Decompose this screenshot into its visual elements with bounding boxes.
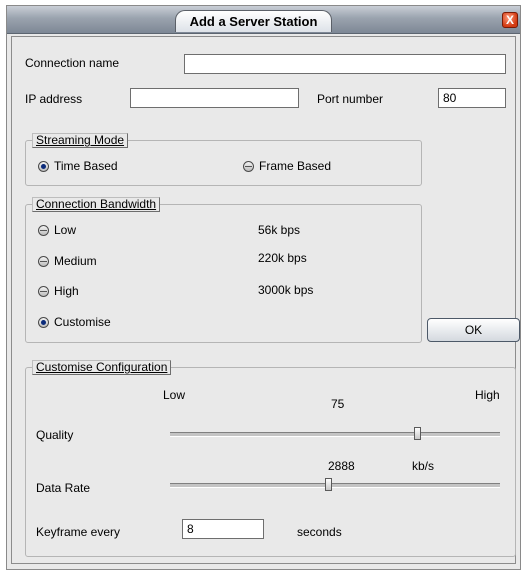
quality-label: Quality: [36, 428, 74, 442]
rate-high: 3000k bps: [258, 283, 314, 297]
port-number-label: Port number: [317, 92, 384, 106]
radio-medium[interactable]: Medium: [38, 254, 97, 268]
radio-unselected-icon: [38, 224, 49, 236]
quality-value: 75: [331, 397, 345, 411]
connection-name-label: Connection name: [25, 56, 120, 70]
radio-unselected-icon: [38, 255, 49, 267]
radio-high[interactable]: High: [38, 284, 79, 298]
radio-frame-based[interactable]: Frame Based: [243, 159, 331, 173]
rate-medium: 220k bps: [258, 251, 307, 265]
keyframe-input[interactable]: [182, 519, 264, 539]
port-number-input[interactable]: [438, 88, 506, 108]
customise-configuration-legend: Customise Configuration: [32, 360, 172, 375]
keyframe-unit: seconds: [297, 525, 342, 539]
data-rate-slider-track[interactable]: [170, 483, 500, 488]
title-bar[interactable]: Add a Server Station X: [7, 6, 520, 34]
connection-bandwidth-legend: Connection Bandwidth: [32, 197, 161, 212]
streaming-mode-legend: Streaming Mode: [32, 133, 129, 148]
data-rate-unit: kb/s: [412, 459, 435, 473]
data-rate-label: Data Rate: [36, 481, 91, 495]
ok-button[interactable]: OK: [427, 318, 520, 342]
radio-time-based-label: Time Based: [54, 159, 118, 173]
radio-unselected-icon: [38, 285, 49, 297]
radio-unselected-icon: [243, 160, 254, 172]
scale-high-label: High: [475, 388, 500, 402]
scale-low-label: Low: [163, 388, 186, 402]
radio-customise[interactable]: Customise: [38, 315, 111, 329]
data-rate-slider-thumb[interactable]: [324, 478, 332, 491]
data-rate-value: 2888: [328, 459, 355, 473]
rate-low: 56k bps: [258, 223, 301, 237]
radio-high-label: High: [54, 284, 79, 298]
radio-time-based[interactable]: Time Based: [38, 159, 118, 173]
quality-slider-track[interactable]: [170, 432, 500, 437]
keyframe-label: Keyframe every: [36, 525, 121, 539]
quality-slider-thumb[interactable]: [414, 427, 421, 440]
radio-selected-icon: [38, 160, 49, 172]
radio-medium-label: Medium: [54, 254, 97, 268]
radio-selected-icon: [38, 316, 49, 328]
connection-name-input[interactable]: [184, 54, 506, 74]
radio-frame-based-label: Frame Based: [259, 159, 332, 173]
radio-low-label: Low: [54, 223, 77, 237]
dialog-title: Add a Server Station: [175, 10, 332, 32]
close-button[interactable]: X: [502, 12, 518, 28]
radio-low[interactable]: Low: [38, 223, 76, 237]
radio-customise-label: Customise: [54, 315, 111, 329]
ip-address-label: IP address: [25, 92, 83, 106]
ip-address-input[interactable]: [130, 88, 299, 108]
